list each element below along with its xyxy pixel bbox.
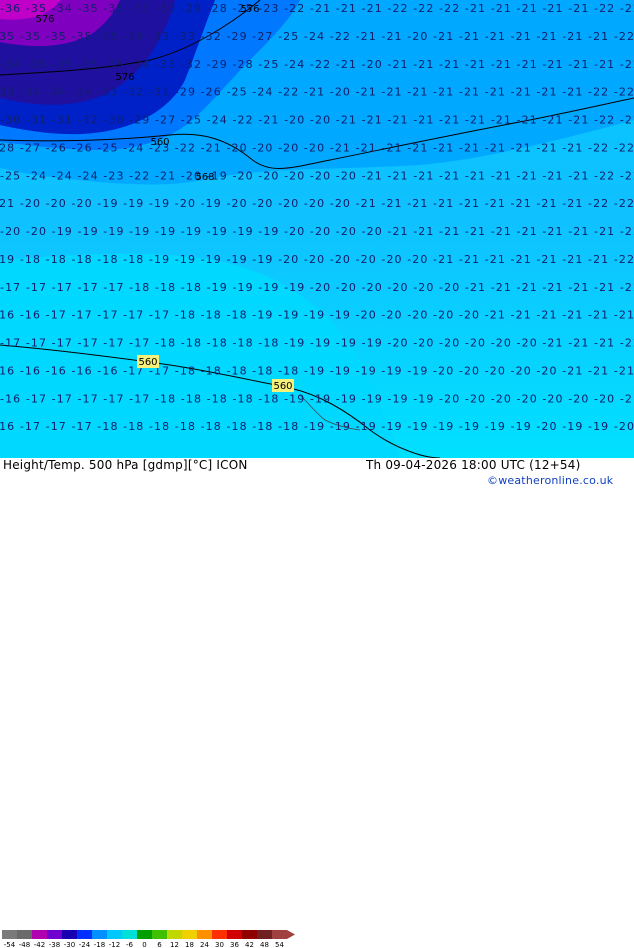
legend-tick-label: 30 — [215, 941, 224, 948]
legend-tick-label: 42 — [245, 941, 254, 948]
footer-bar: Height/Temp. 500 hPa [gdmp][°C] ICON Th … — [0, 458, 634, 948]
legend-swatch — [17, 930, 32, 939]
temperature-row: -16 -16 -16 -16 -16 -17 -17 -18 -18 -18 … — [0, 364, 634, 377]
legend-swatch — [197, 930, 212, 939]
temperature-row: -35 -35 -35 -35 -35 -34 -33 -33 -32 -29 … — [0, 30, 634, 43]
legend-tick-label: 24 — [200, 941, 209, 948]
temperature-row: -30 -31 -31 -32 -30 -29 -27 -25 -24 -22 … — [0, 114, 634, 127]
legend-tick-label: 0 — [142, 941, 146, 948]
legend-swatch — [2, 930, 17, 939]
legend-swatch — [47, 930, 62, 939]
legend-swatch — [62, 930, 77, 939]
legend-swatch — [167, 930, 182, 939]
temperature-map: -36 -35 -34 -35 -35 -33 -30 -29 -28 -25 … — [0, 0, 634, 458]
contour-label: 560 — [138, 357, 157, 368]
legend-tick-label: 12 — [170, 941, 179, 948]
legend-swatch — [182, 930, 197, 939]
legend-swatch — [257, 930, 272, 939]
color-scale-legend: -54 -48 -42 -38 -30 -24 -18 -12 -6 0 6 12 18 24 30 36 42… — [2, 930, 295, 948]
legend-swatch — [77, 930, 92, 939]
copyright-credit: ©weatheronline.co.uk — [487, 474, 614, 487]
legend-swatch — [212, 930, 227, 939]
temperature-row: -36 -35 -34 -35 -35 -33 -30 -29 -28 -25 … — [0, 2, 634, 15]
temperature-row: -17 -17 -17 -17 -17 -17 -18 -18 -18 -18 … — [0, 337, 634, 350]
legend-tick-label: -42 — [34, 941, 45, 948]
legend-swatch — [122, 930, 137, 939]
temperature-row: -34 -35 -35 -35 -35 -34 -33 -32 -29 -28 … — [0, 58, 634, 71]
legend-tick-label: -24 — [79, 941, 91, 948]
legend-tick-label: -30 — [64, 941, 75, 948]
map-title: Height/Temp. 500 hPa [gdmp][°C] ICON — [3, 458, 248, 472]
legend-swatch — [242, 930, 257, 939]
legend-swatch — [32, 930, 47, 939]
legend-swatch — [272, 930, 287, 939]
legend-tick-label: 36 — [230, 941, 239, 948]
legend-tick-label: -18 — [94, 941, 105, 948]
legend-swatch — [227, 930, 242, 939]
temperature-row: -25 -24 -24 -24 -23 -22 -21 -20 -19 -20 … — [0, 169, 634, 182]
temperature-row: -17 -17 -17 -17 -17 -18 -18 -18 -19 -19 … — [0, 281, 634, 294]
legend-tick-label: 48 — [260, 941, 269, 948]
contour-label: 560 — [273, 381, 292, 392]
temperature-row: -16 -17 -17 -17 -17 -17 -18 -18 -18 -18 … — [0, 392, 634, 405]
temperature-row: -28 -27 -26 -26 -25 -24 -23 -22 -21 -20 … — [0, 141, 634, 154]
legend-tick-label: -6 — [126, 941, 134, 948]
temperature-row: -20 -20 -19 -19 -19 -19 -19 -19 -19 -19 … — [0, 225, 634, 238]
temperature-row: -16 -17 -17 -17 -18 -18 -18 -18 -18 -18 … — [0, 420, 634, 433]
legend-tick-label: 18 — [185, 941, 194, 948]
temperature-row: -19 -18 -18 -18 -18 -18 -19 -19 -19 -19 … — [0, 253, 634, 266]
temperature-row: -33 -34 -34 -34 -33 -32 -31 -29 -26 -25 … — [0, 86, 634, 99]
temperature-row: -21 -20 -20 -20 -19 -19 -19 -20 -19 -20 … — [0, 197, 634, 210]
legend-tick-label: 6 — [157, 941, 162, 948]
contour-label: 576 — [240, 4, 259, 15]
contour-label: 560 — [150, 137, 169, 148]
legend-tick-label: -48 — [19, 941, 30, 948]
legend-swatch — [152, 930, 167, 939]
legend-arrow-icon — [287, 930, 295, 939]
legend-tick-label: 54 — [275, 941, 284, 948]
legend-swatch — [107, 930, 122, 939]
legend-swatch — [137, 930, 152, 939]
contour-label: 576 — [115, 72, 134, 83]
legend-tick-label: -12 — [109, 941, 120, 948]
temperature-row: -16 -16 -17 -17 -17 -17 -17 -18 -18 -18 … — [0, 309, 634, 322]
contour-label: 576 — [35, 14, 54, 25]
legend-tick-label: -54 — [4, 941, 16, 948]
forecast-datetime: Th 09-04-2026 18:00 UTC (12+54) — [366, 458, 581, 472]
legend-swatch — [92, 930, 107, 939]
contour-label: 568 — [195, 172, 214, 183]
legend-tick-label: -38 — [49, 941, 60, 948]
